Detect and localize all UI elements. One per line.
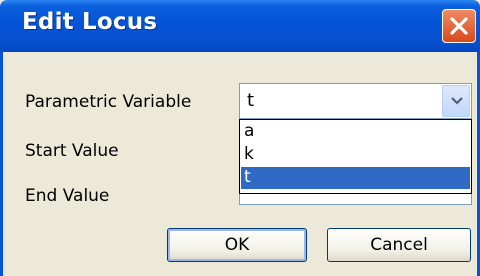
combobox-selected-value: t — [247, 90, 255, 111]
cancel-button[interactable]: Cancel — [327, 228, 471, 262]
parametric-variable-label: Parametric Variable — [25, 92, 192, 112]
close-button[interactable] — [442, 9, 476, 43]
edit-locus-dialog: Edit Locus Parametric Variable Start Val… — [0, 0, 480, 276]
end-value-field[interactable] — [239, 194, 472, 205]
end-value-label: End Value — [25, 186, 110, 206]
dropdown-button[interactable] — [442, 85, 470, 117]
parametric-variable-dropdown-list[interactable]: a k t — [239, 119, 472, 194]
title-bar[interactable]: Edit Locus — [0, 0, 480, 52]
start-value-label: Start Value — [25, 141, 119, 161]
ok-button[interactable]: OK — [167, 228, 307, 262]
parametric-variable-combobox[interactable]: t — [239, 83, 472, 119]
dropdown-option-k[interactable]: k — [241, 144, 470, 166]
dialog-body: Parametric Variable Start Value End Valu… — [0, 52, 480, 276]
dropdown-option-t[interactable]: t — [241, 167, 470, 189]
dropdown-option-a[interactable]: a — [241, 121, 470, 143]
chevron-down-icon — [451, 97, 463, 105]
close-icon — [450, 17, 468, 35]
dialog-title: Edit Locus — [22, 9, 158, 35]
